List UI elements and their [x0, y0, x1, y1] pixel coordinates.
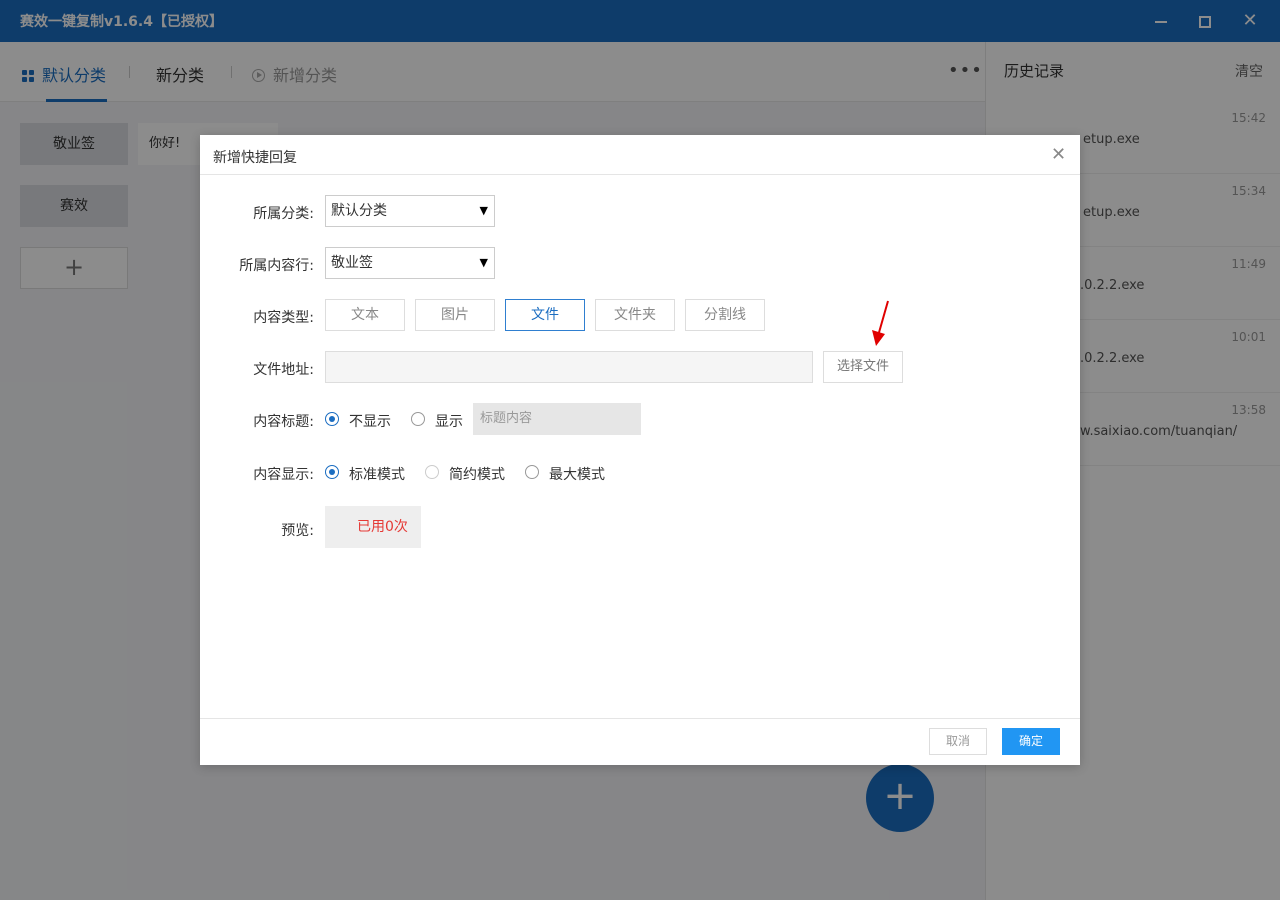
type-divider-button[interactable]: 分割线: [685, 299, 765, 331]
radio-simple-mode[interactable]: [425, 465, 439, 479]
chevron-down-icon: ▼: [479, 256, 488, 269]
radio-max-mode-label: 最大模式: [549, 467, 605, 483]
radio-standard-mode[interactable]: [325, 465, 339, 479]
dialog-footer-divider: [200, 718, 1080, 719]
content-title-label: 内容标题:: [253, 414, 314, 430]
radio-standard-mode-label: 标准模式: [349, 467, 405, 483]
type-folder-button[interactable]: 文件夹: [595, 299, 675, 331]
file-path-input[interactable]: [325, 351, 813, 383]
content-type-label: 内容类型:: [253, 310, 314, 326]
type-image-button[interactable]: 图片: [415, 299, 495, 331]
content-row-label: 所属内容行:: [239, 258, 314, 274]
dialog-title: 新增快捷回复: [213, 150, 297, 166]
file-path-label: 文件地址:: [253, 362, 314, 378]
cancel-button[interactable]: 取消: [929, 728, 987, 755]
dialog-header: 新增快捷回复 ✕: [200, 135, 1080, 175]
radio-show-title[interactable]: [411, 412, 425, 426]
title-content-input[interactable]: 标题内容: [473, 403, 641, 435]
content-row-select[interactable]: 敬业签 ▼: [325, 247, 495, 279]
preview-label: 预览:: [281, 523, 314, 539]
radio-hide-title[interactable]: [325, 412, 339, 426]
radio-simple-mode-label: 简约模式: [449, 467, 505, 483]
preview-box: 已用0次: [325, 506, 421, 548]
type-file-button[interactable]: 文件: [505, 299, 585, 331]
radio-show-title-label: 显示: [435, 414, 463, 430]
content-display-label: 内容显示:: [253, 467, 314, 483]
type-text-button[interactable]: 文本: [325, 299, 405, 331]
confirm-button[interactable]: 确定: [1002, 728, 1060, 755]
category-select-value: 默认分类: [331, 203, 387, 219]
annotation-arrow-icon: [872, 300, 889, 346]
content-row-select-value: 敬业签: [331, 255, 373, 271]
radio-hide-title-label: 不显示: [349, 414, 391, 430]
close-icon[interactable]: ✕: [1051, 144, 1066, 165]
choose-file-button[interactable]: 选择文件: [823, 351, 903, 383]
add-quick-reply-dialog: 新增快捷回复 ✕ 所属分类: 默认分类 ▼ 所属内容行: 敬业签 ▼ 内容类型:…: [200, 135, 1080, 765]
radio-max-mode[interactable]: [525, 465, 539, 479]
category-select[interactable]: 默认分类 ▼: [325, 195, 495, 227]
chevron-down-icon: ▼: [479, 204, 488, 217]
category-label: 所属分类:: [253, 206, 314, 222]
